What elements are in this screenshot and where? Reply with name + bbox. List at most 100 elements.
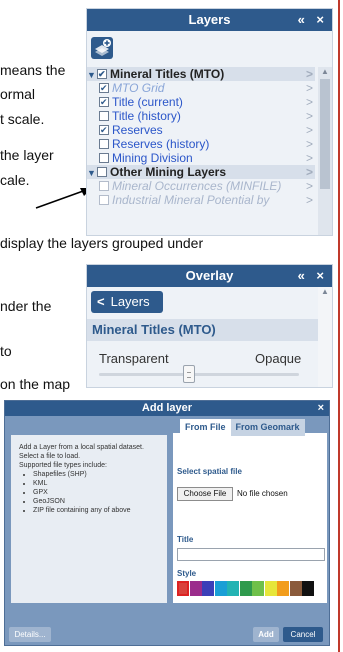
layer-group-header[interactable]: ▼ Mineral Titles (MTO) > xyxy=(87,67,315,81)
collapse-close-controls[interactable]: « × xyxy=(298,265,328,287)
add-button[interactable]: Add xyxy=(253,627,279,642)
chevron-right-icon[interactable]: > xyxy=(306,179,313,193)
overlay-panel-title: Overlay xyxy=(185,268,234,283)
layer-label[interactable]: MTO Grid xyxy=(112,81,164,95)
chevron-right-icon[interactable]: > xyxy=(306,165,313,179)
color-swatch[interactable] xyxy=(239,581,252,596)
select-file-label: Select spatial file xyxy=(177,467,242,476)
layer-label[interactable]: Title (current) xyxy=(112,95,183,109)
opacity-slider-handle[interactable] xyxy=(183,365,195,383)
dialog-title: Add layer xyxy=(141,402,193,414)
file-status: No file chosen xyxy=(237,489,288,498)
color-swatch[interactable] xyxy=(252,581,264,596)
checkbox[interactable] xyxy=(99,95,109,109)
layer-item[interactable]: Title (history) > xyxy=(87,109,315,123)
layer-item[interactable]: Reserves > xyxy=(87,123,315,137)
chevron-right-icon[interactable]: > xyxy=(306,95,313,109)
expand-triangle-icon[interactable]: ▼ xyxy=(87,68,97,81)
list-item: GeoJSON xyxy=(33,497,159,506)
back-to-layers-button[interactable]: < Layers xyxy=(91,291,163,313)
doc-text-line: display the layers grouped under xyxy=(0,235,204,251)
cancel-button[interactable]: Cancel xyxy=(283,627,323,642)
color-swatch[interactable] xyxy=(289,581,302,596)
checkbox[interactable] xyxy=(99,195,109,205)
list-item: KML xyxy=(33,479,159,488)
layer-label[interactable]: Industrial Mineral Potential by xyxy=(112,193,269,207)
doc-text-line: t scale. xyxy=(0,111,45,127)
page-margin-line xyxy=(338,0,340,652)
checkbox[interactable] xyxy=(97,167,107,177)
chevron-right-icon[interactable]: > xyxy=(306,67,313,81)
checkbox[interactable] xyxy=(99,153,109,163)
checkbox[interactable] xyxy=(99,81,109,95)
checkbox[interactable] xyxy=(99,181,109,191)
file-type-list: Shapefiles (SHP) KML GPX GeoJSON ZIP fil… xyxy=(25,470,159,515)
dialog-footer: Details... Add Cancel xyxy=(5,623,329,645)
collapse-close-controls[interactable]: « × xyxy=(298,9,328,31)
help-select: Select a file to load. xyxy=(19,453,81,460)
scroll-up-icon[interactable]: ▲ xyxy=(321,67,329,76)
transparent-label: Transparent xyxy=(99,351,169,366)
tab-from-geomark[interactable]: From Geomark xyxy=(230,419,305,436)
scroll-up-icon[interactable]: ▲ xyxy=(321,287,329,296)
list-item: Shapefiles (SHP) xyxy=(33,470,159,479)
overlay-scrollbar[interactable]: ▲ xyxy=(318,287,332,387)
chevron-right-icon[interactable]: > xyxy=(306,151,313,165)
doc-text-line: nder the xyxy=(0,298,52,314)
overlay-panel-header: Overlay « × xyxy=(87,265,332,287)
choose-file-button[interactable]: Choose File xyxy=(177,487,233,501)
expand-triangle-icon[interactable]: ▼ xyxy=(87,166,97,179)
help-panel: Add a Layer from a local spatial dataset… xyxy=(11,435,167,603)
help-types-heading: Supported file types include: xyxy=(19,462,107,469)
layer-item[interactable]: Mining Division > xyxy=(87,151,315,165)
color-swatch[interactable] xyxy=(264,581,277,596)
opaque-label: Opaque xyxy=(255,351,302,366)
doc-text-line: to xyxy=(0,343,12,359)
layers-panel-header: Layers « × xyxy=(87,9,332,31)
color-swatch[interactable] xyxy=(214,581,227,596)
list-item: ZIP file containing any of above xyxy=(33,506,159,515)
details-button[interactable]: Details... xyxy=(9,627,51,642)
chevron-right-icon[interactable]: > xyxy=(306,137,313,151)
title-input[interactable] xyxy=(177,548,325,561)
color-swatch[interactable] xyxy=(202,581,214,596)
layer-item[interactable]: Reserves (history) > xyxy=(87,137,315,151)
layer-item[interactable]: Mineral Occurrences (MINFILE) > xyxy=(87,179,315,193)
layer-label[interactable]: Reserves (history) xyxy=(112,137,209,151)
opacity-slider-track[interactable] xyxy=(99,373,299,376)
color-swatch[interactable] xyxy=(302,581,314,596)
layer-item[interactable]: Title (current) > xyxy=(87,95,315,109)
chevron-right-icon[interactable]: > xyxy=(306,109,313,123)
chevron-right-icon[interactable]: > xyxy=(306,193,313,207)
checkbox[interactable] xyxy=(99,123,109,137)
layer-add-icon[interactable] xyxy=(91,37,113,59)
chevron-right-icon[interactable]: > xyxy=(306,123,313,137)
checkbox[interactable] xyxy=(97,67,107,81)
close-icon[interactable]: × xyxy=(318,401,324,416)
doc-text-line: the layer xyxy=(0,147,54,163)
back-button-label: Layers xyxy=(110,294,150,309)
scroll-thumb[interactable] xyxy=(320,79,330,189)
layer-group-header[interactable]: ▼ Other Mining Layers > xyxy=(87,165,315,179)
color-swatch[interactable] xyxy=(177,581,189,596)
layer-item[interactable]: Industrial Mineral Potential by > xyxy=(87,193,315,207)
layers-scrollbar[interactable]: ▲ xyxy=(318,67,332,235)
group-label: Other Mining Layers xyxy=(110,165,227,179)
tab-from-file[interactable]: From File xyxy=(180,419,231,436)
layer-label[interactable]: Mining Division xyxy=(112,151,193,165)
color-swatch[interactable] xyxy=(189,581,202,596)
checkbox[interactable] xyxy=(99,111,109,121)
dialog-title-bar: Add layer × xyxy=(5,401,329,416)
color-swatch[interactable] xyxy=(227,581,239,596)
layer-label[interactable]: Reserves xyxy=(112,123,163,137)
layer-item[interactable]: MTO Grid > xyxy=(87,81,315,95)
chevron-right-icon[interactable]: > xyxy=(306,81,313,95)
layer-label[interactable]: Title (history) xyxy=(112,109,181,123)
checkbox[interactable] xyxy=(99,139,109,149)
layer-tree: ▼ Mineral Titles (MTO) > MTO Grid > Title … xyxy=(87,67,315,207)
dialog-tabs: From File From Geomark xyxy=(180,417,305,436)
overlay-layer-name: Mineral Titles (MTO) xyxy=(87,319,320,341)
list-item: GPX xyxy=(33,488,159,497)
layer-label[interactable]: Mineral Occurrences (MINFILE) xyxy=(112,179,281,193)
color-swatch[interactable] xyxy=(277,581,289,596)
